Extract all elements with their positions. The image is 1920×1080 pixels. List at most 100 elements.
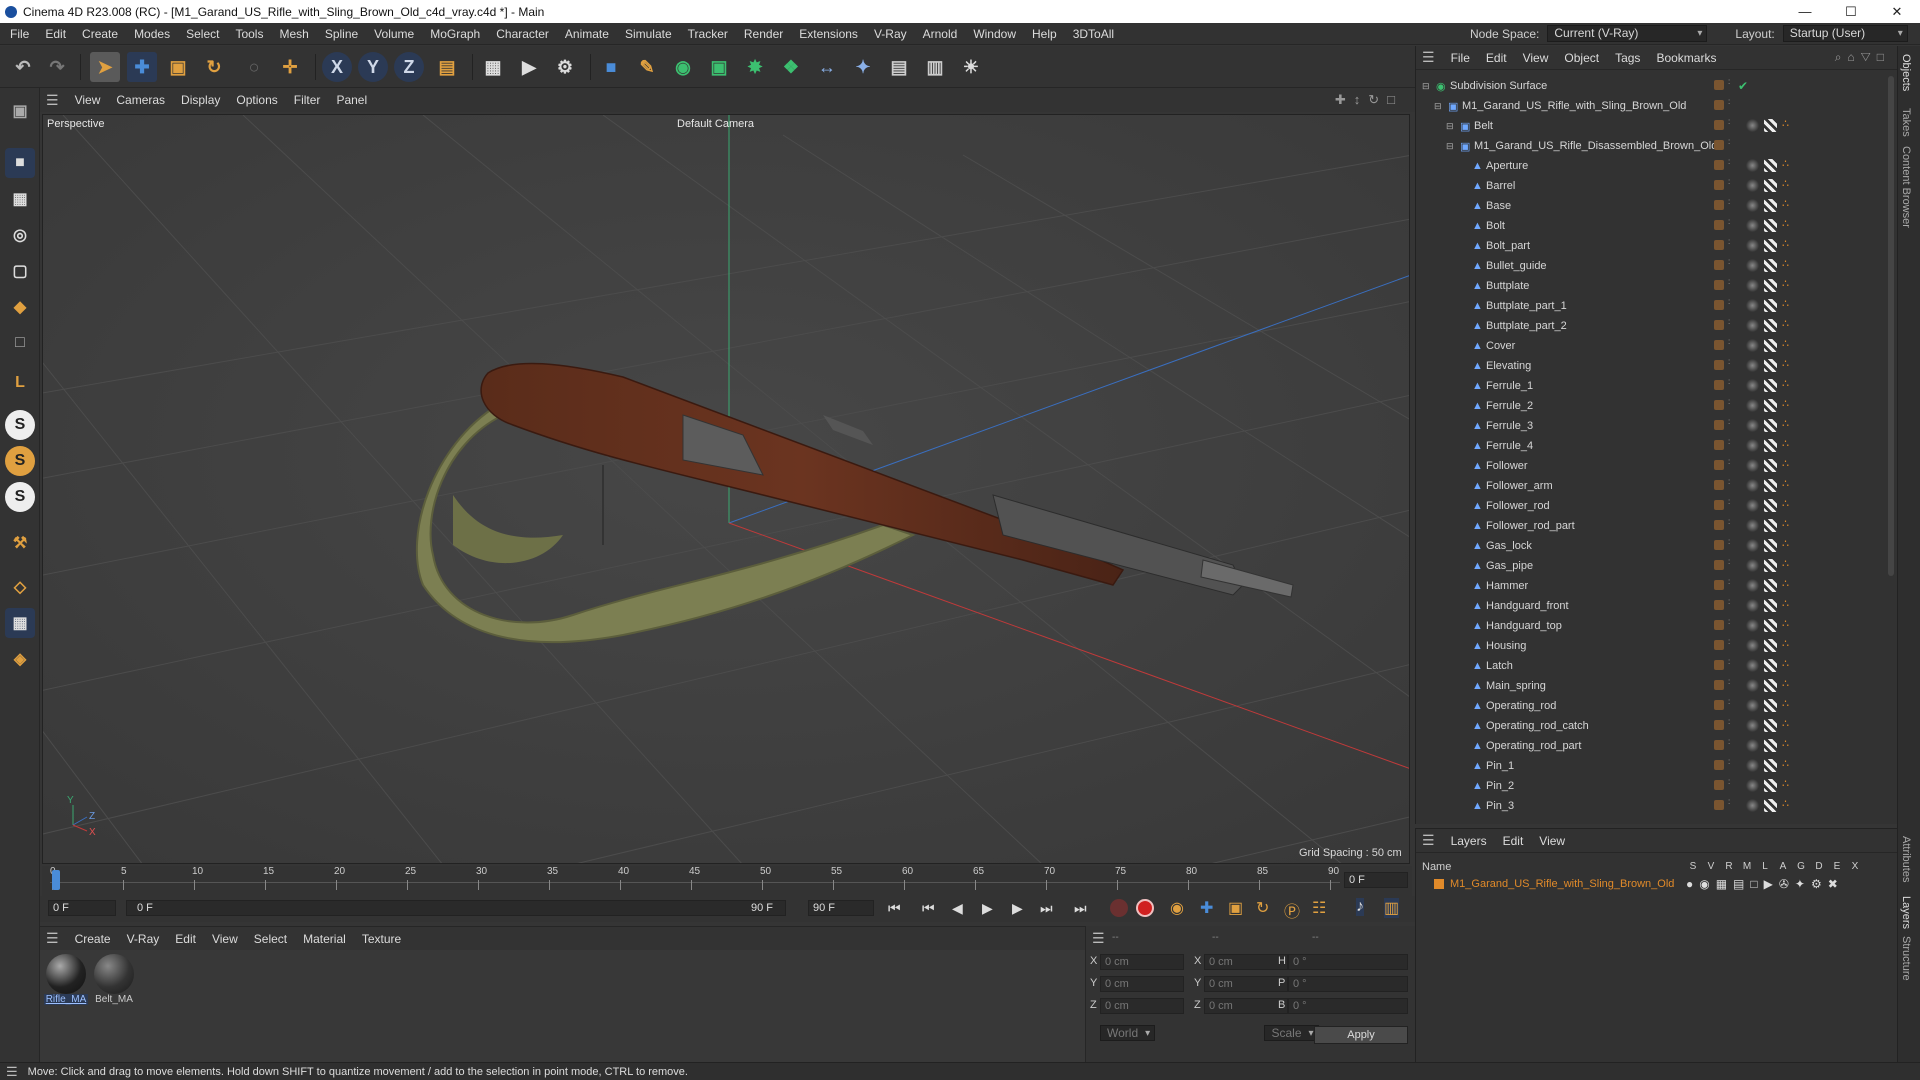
layer-color-tag[interactable] bbox=[1714, 580, 1724, 590]
material-tag-icon[interactable] bbox=[1764, 339, 1777, 352]
tab-layers[interactable]: Layers bbox=[1900, 896, 1912, 929]
menu-tools[interactable]: Tools bbox=[227, 27, 271, 41]
next-frame-icon[interactable]: ▶ bbox=[1012, 900, 1023, 917]
object-row-follower-rod-part[interactable]: ▲ Follower_rod_part: ∴ bbox=[1416, 516, 1886, 536]
visibility-dots-icon[interactable]: : bbox=[1728, 78, 1730, 86]
object-row-base[interactable]: ▲ Base: ∴ bbox=[1416, 196, 1886, 216]
material-swatch-rifle[interactable]: Rifle_MA bbox=[44, 954, 88, 1005]
object-row-operating-rod[interactable]: ▲ Operating_rod: ∴ bbox=[1416, 696, 1886, 716]
object-name[interactable]: M1_Garand_US_Rifle_with_Sling_Brown_Old bbox=[1462, 100, 1686, 112]
visibility-dots-icon[interactable]: : bbox=[1728, 358, 1730, 366]
minimize-button[interactable]: — bbox=[1782, 0, 1828, 23]
visibility-dots-icon[interactable]: : bbox=[1728, 278, 1730, 286]
menu-file[interactable]: File bbox=[2, 27, 37, 41]
vray-tag-icon[interactable]: ∴ bbox=[1782, 757, 1789, 770]
object-name[interactable]: M1_Garand_US_Rifle_Disassembled_Brown_Ol… bbox=[1474, 140, 1717, 152]
key-scale-icon[interactable]: ▣ bbox=[1228, 898, 1243, 918]
visibility-dots-icon[interactable]: : bbox=[1728, 458, 1730, 466]
object-row-buttplate-part-2[interactable]: ▲ Buttplate_part_2: ∴ bbox=[1416, 316, 1886, 336]
expand-icon[interactable]: ⊟ bbox=[1422, 81, 1430, 92]
material-tag-icon[interactable] bbox=[1764, 259, 1777, 272]
layer-color-tag[interactable] bbox=[1714, 680, 1724, 690]
snap-icon[interactable]: S bbox=[5, 410, 35, 440]
object-name[interactable]: Buttplate_part_1 bbox=[1486, 300, 1567, 312]
start-frame-field[interactable]: 0 F bbox=[48, 900, 116, 916]
texture-tag-icon[interactable] bbox=[1746, 499, 1759, 512]
tab-content-browser[interactable]: Content Browser bbox=[1900, 146, 1912, 228]
object-name[interactable]: Buttplate bbox=[1486, 280, 1529, 292]
texture-tag-icon[interactable] bbox=[1746, 319, 1759, 332]
object-name[interactable]: Main_spring bbox=[1486, 680, 1546, 692]
material-menu-view[interactable]: View bbox=[204, 932, 246, 946]
layer-row[interactable]: M1_Garand_US_Rifle_with_Sling_Brown_Old … bbox=[1416, 875, 1886, 893]
pen-spline-icon[interactable]: ✎ bbox=[632, 52, 662, 82]
menu-v-ray[interactable]: V-Ray bbox=[866, 27, 915, 41]
menu-window[interactable]: Window bbox=[965, 27, 1024, 41]
hamburger-icon[interactable]: ☰ bbox=[1092, 930, 1105, 947]
playhead[interactable] bbox=[52, 870, 60, 890]
hamburger-icon[interactable]: ☰ bbox=[46, 930, 59, 947]
recent-tool-icon[interactable]: ○ bbox=[239, 52, 269, 82]
object-menu-file[interactable]: File bbox=[1443, 51, 1478, 65]
layer-col-d[interactable]: D bbox=[1812, 861, 1826, 872]
material-tag-icon[interactable] bbox=[1764, 759, 1777, 772]
go-to-end-icon[interactable]: ⏭ bbox=[1074, 900, 1087, 917]
subdivision-icon[interactable]: ◉ bbox=[668, 52, 698, 82]
object-row-cover[interactable]: ▲ Cover: ∴ bbox=[1416, 336, 1886, 356]
object-name[interactable]: Elevating bbox=[1486, 360, 1531, 372]
layer-color-tag[interactable] bbox=[1714, 440, 1724, 450]
object-menu-tags[interactable]: Tags bbox=[1607, 51, 1648, 65]
texture-tag-icon[interactable] bbox=[1746, 219, 1759, 232]
end-frame-field[interactable]: 90 F bbox=[808, 900, 874, 916]
viewport-menu-panel[interactable]: Panel bbox=[328, 93, 375, 107]
sound-icon[interactable]: ♪ bbox=[1356, 898, 1364, 916]
vray-tag-icon[interactable]: ∴ bbox=[1782, 557, 1789, 570]
layer-color-tag[interactable] bbox=[1714, 320, 1724, 330]
edges-mode-icon[interactable]: ▢ bbox=[5, 256, 35, 286]
snap-settings-icon[interactable]: S bbox=[5, 446, 35, 476]
vray-tag-icon[interactable]: ∴ bbox=[1782, 117, 1789, 130]
object-row-ferrule-2[interactable]: ▲ Ferrule_2: ∴ bbox=[1416, 396, 1886, 416]
layer-color-tag[interactable] bbox=[1714, 660, 1724, 670]
menu-character[interactable]: Character bbox=[488, 27, 557, 41]
visibility-dots-icon[interactable]: : bbox=[1728, 778, 1730, 786]
object-row-follower-rod[interactable]: ▲ Follower_rod: ∴ bbox=[1416, 496, 1886, 516]
object-row-subdivision-surface[interactable]: ⊟ ◉ Subdivision Surface: ✔ bbox=[1416, 76, 1886, 96]
tab-objects[interactable]: Objects bbox=[1900, 54, 1912, 91]
object-name[interactable]: Handguard_front bbox=[1486, 600, 1569, 612]
layer-color-tag[interactable] bbox=[1714, 420, 1724, 430]
layer-color-tag[interactable] bbox=[1714, 200, 1724, 210]
layer-col-m[interactable]: M bbox=[1740, 861, 1754, 872]
object-name[interactable]: Bolt_part bbox=[1486, 240, 1530, 252]
visibility-dots-icon[interactable]: : bbox=[1728, 698, 1730, 706]
texture-tag-icon[interactable] bbox=[1746, 159, 1759, 172]
vray-tag-icon[interactable]: ∴ bbox=[1782, 577, 1789, 590]
texture-tag-icon[interactable] bbox=[1746, 619, 1759, 632]
object-row-pin-2[interactable]: ▲ Pin_2: ∴ bbox=[1416, 776, 1886, 796]
coord-field-x-b[interactable]: 0 cm bbox=[1204, 954, 1288, 970]
field-icon[interactable]: ✦ bbox=[848, 52, 878, 82]
layer-color-tag[interactable] bbox=[1714, 780, 1724, 790]
layer-color-tag[interactable] bbox=[1714, 560, 1724, 570]
y-axis-icon[interactable]: Y bbox=[358, 52, 388, 82]
layer-col-a[interactable]: A bbox=[1776, 861, 1790, 872]
current-frame-field[interactable]: 0 F bbox=[1344, 872, 1408, 888]
menu-spline[interactable]: Spline bbox=[317, 27, 366, 41]
material-tag-icon[interactable] bbox=[1764, 499, 1777, 512]
material-tag-icon[interactable] bbox=[1764, 279, 1777, 292]
timeline-icon[interactable]: ▥ bbox=[1384, 898, 1400, 918]
coord-field-y-b[interactable]: 0 cm bbox=[1204, 976, 1288, 992]
texture-tag-icon[interactable] bbox=[1746, 359, 1759, 372]
layer-color-tag[interactable] bbox=[1714, 80, 1724, 90]
texture-tag-icon[interactable] bbox=[1746, 799, 1759, 812]
visibility-dots-icon[interactable]: : bbox=[1728, 98, 1730, 106]
vray-tag-icon[interactable]: ∴ bbox=[1782, 177, 1789, 190]
texture-tag-icon[interactable] bbox=[1746, 379, 1759, 392]
material-tag-icon[interactable] bbox=[1764, 119, 1777, 132]
material-tag-icon[interactable] bbox=[1764, 459, 1777, 472]
object-row-housing[interactable]: ▲ Housing: ∴ bbox=[1416, 636, 1886, 656]
visibility-dots-icon[interactable]: : bbox=[1728, 498, 1730, 506]
layer-menu-view[interactable]: View bbox=[1531, 834, 1573, 848]
visibility-dots-icon[interactable]: : bbox=[1728, 658, 1730, 666]
coordinate-system-icon[interactable]: ▤ bbox=[432, 52, 462, 82]
